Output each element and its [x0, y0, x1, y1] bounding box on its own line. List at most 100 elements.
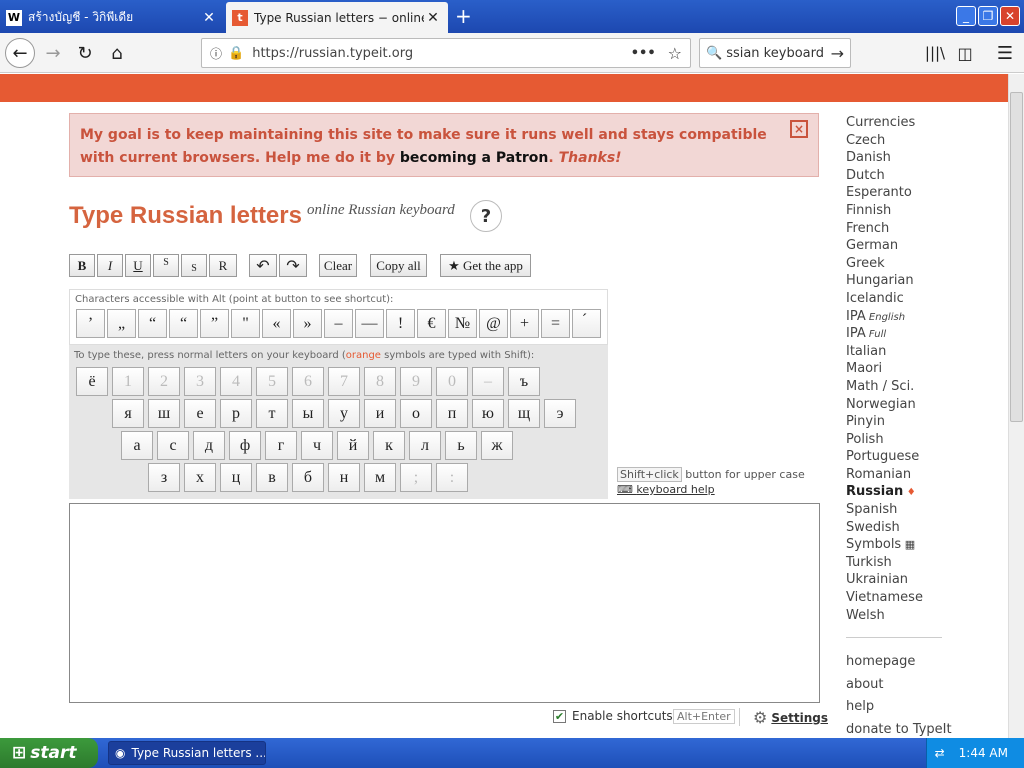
url-bar[interactable]: ⓘ 🔒 https://russian.typeit.org ••• ☆ — [201, 38, 691, 68]
letter-key[interactable]: 1 — [112, 367, 144, 396]
sidebar-item-greek[interactable]: Greek — [846, 256, 996, 274]
letter-key[interactable]: ё — [76, 367, 108, 396]
sidebar-item-german[interactable]: German — [846, 238, 996, 256]
alt-char-key[interactable]: „ — [107, 309, 136, 338]
close-tab-icon[interactable]: ✕ — [424, 10, 442, 26]
letter-key[interactable]: щ — [508, 399, 540, 428]
minimize-icon[interactable]: _ — [956, 6, 976, 26]
sidebar-item-pinyin[interactable]: Pinyin — [846, 414, 996, 432]
italic-button[interactable]: I — [97, 254, 123, 277]
sidebar-item-vietnamese[interactable]: Vietnamese — [846, 590, 996, 608]
text-area[interactable] — [69, 503, 820, 703]
alt-char-key[interactable]: № — [448, 309, 477, 338]
alt-char-key[interactable]: = — [541, 309, 570, 338]
letter-key[interactable]: м — [364, 463, 396, 492]
letter-key[interactable]: д — [193, 431, 225, 460]
letter-key[interactable]: и — [364, 399, 396, 428]
keyboard-help-link[interactable]: ⌨ keyboard help — [617, 483, 715, 496]
sidebar-item-swedish[interactable]: Swedish — [846, 520, 996, 538]
donate-link[interactable]: donate to TypeIt — [846, 722, 952, 737]
letter-key[interactable]: р — [220, 399, 252, 428]
sidebar-item-welsh[interactable]: Welsh — [846, 608, 996, 626]
get-app-button[interactable]: ★ Get the app — [440, 254, 531, 277]
letter-key[interactable]: ; — [400, 463, 432, 492]
letter-key[interactable]: ы — [292, 399, 324, 428]
undo-icon[interactable]: ↶ — [249, 254, 277, 277]
sidebar-item-currencies[interactable]: Currencies — [846, 115, 996, 133]
letter-key[interactable]: 0 — [436, 367, 468, 396]
letter-key[interactable]: е — [184, 399, 216, 428]
letter-key[interactable]: 3 — [184, 367, 216, 396]
letter-key[interactable]: з — [148, 463, 180, 492]
forward-icon[interactable]: → — [38, 38, 68, 68]
letter-key[interactable]: о — [400, 399, 432, 428]
sidebar-item-spanish[interactable]: Spanish — [846, 502, 996, 520]
sidebar-item-hungarian[interactable]: Hungarian — [846, 273, 996, 291]
sidebar-item-symbols[interactable]: Symbols ▦ — [846, 537, 996, 555]
letter-key[interactable]: ю — [472, 399, 504, 428]
alt-char-key[interactable]: ” — [200, 309, 229, 338]
letter-key[interactable]: п — [436, 399, 468, 428]
tab-wikipedia[interactable]: W สร้างบัญชี - วิกิพีเดีย ✕ — [0, 2, 224, 33]
home-icon[interactable]: ⌂ — [102, 38, 132, 68]
search-input[interactable]: 🔍 ssian keyboard → — [699, 38, 851, 68]
alt-char-key[interactable]: € — [417, 309, 446, 338]
sidebar-item-turkish[interactable]: Turkish — [846, 555, 996, 573]
bookmark-star-icon[interactable]: ☆ — [668, 44, 682, 63]
alt-char-key[interactable]: “ — [138, 309, 167, 338]
letter-key[interactable]: г — [265, 431, 297, 460]
sidebar-icon[interactable]: ◫ — [950, 38, 980, 68]
letter-key[interactable]: 6 — [292, 367, 324, 396]
taskbar-item-firefox[interactable]: ◉ Type Russian letters ... — [108, 741, 266, 765]
alt-char-key[interactable]: ’ — [76, 309, 105, 338]
sidebar-item-icelandic[interactable]: Icelandic — [846, 291, 996, 309]
sidebar-item-russian[interactable]: Russian ♦ — [846, 484, 996, 502]
redo-icon[interactable]: ↷ — [279, 254, 307, 277]
alt-char-key[interactable]: – — [324, 309, 353, 338]
alt-char-key[interactable]: — — [355, 309, 384, 338]
go-arrow-icon[interactable]: → — [831, 44, 844, 63]
sidebar-item-math-sci-[interactable]: Math / Sci. — [846, 379, 996, 397]
sidebar-item-esperanto[interactable]: Esperanto — [846, 185, 996, 203]
letter-key[interactable]: ь — [445, 431, 477, 460]
letter-key[interactable]: ц — [220, 463, 252, 492]
homepage-link[interactable]: homepage — [846, 654, 915, 669]
alt-char-key[interactable]: “ — [169, 309, 198, 338]
scrollbar-thumb[interactable] — [1010, 92, 1023, 422]
letter-key[interactable]: э — [544, 399, 576, 428]
close-window-icon[interactable]: ✕ — [1000, 6, 1020, 26]
sidebar-item-italian[interactable]: Italian — [846, 344, 996, 362]
letter-key[interactable]: : — [436, 463, 468, 492]
alt-char-key[interactable]: ! — [386, 309, 415, 338]
letter-key[interactable]: ф — [229, 431, 261, 460]
letter-key[interactable]: ш — [148, 399, 180, 428]
enable-shortcuts-checkbox[interactable]: ✔ — [553, 709, 566, 723]
sidebar-item-ipa-full[interactable]: IPA Full — [846, 326, 996, 344]
letter-key[interactable]: 4 — [220, 367, 252, 396]
letter-key[interactable]: х — [184, 463, 216, 492]
underline-button[interactable]: U — [125, 254, 151, 277]
letter-key[interactable]: я — [112, 399, 144, 428]
vertical-scrollbar[interactable] — [1008, 74, 1024, 738]
alt-char-key[interactable]: ́ — [572, 309, 601, 338]
letter-key[interactable]: ж — [481, 431, 513, 460]
alt-char-key[interactable]: @ — [479, 309, 508, 338]
sidebar-item-portuguese[interactable]: Portuguese — [846, 449, 996, 467]
sidebar-item-polish[interactable]: Polish — [846, 432, 996, 450]
letter-key[interactable]: а — [121, 431, 153, 460]
alt-char-key[interactable]: » — [293, 309, 322, 338]
sidebar-item-finnish[interactable]: Finnish — [846, 203, 996, 221]
letter-key[interactable]: 9 — [400, 367, 432, 396]
menu-icon[interactable]: ☰ — [990, 38, 1020, 68]
sidebar-item-french[interactable]: French — [846, 221, 996, 239]
help-link[interactable]: help — [846, 699, 874, 714]
sidebar-item-czech[interactable]: Czech — [846, 133, 996, 151]
sidebar-item-maori[interactable]: Maori — [846, 361, 996, 379]
letter-key[interactable]: ч — [301, 431, 333, 460]
letter-key[interactable]: с — [157, 431, 189, 460]
letter-key[interactable]: 2 — [148, 367, 180, 396]
page-actions-icon[interactable]: ••• — [631, 46, 656, 61]
letter-key[interactable]: т — [256, 399, 288, 428]
letter-key[interactable]: в — [256, 463, 288, 492]
clear-button[interactable]: Clear — [319, 254, 357, 277]
